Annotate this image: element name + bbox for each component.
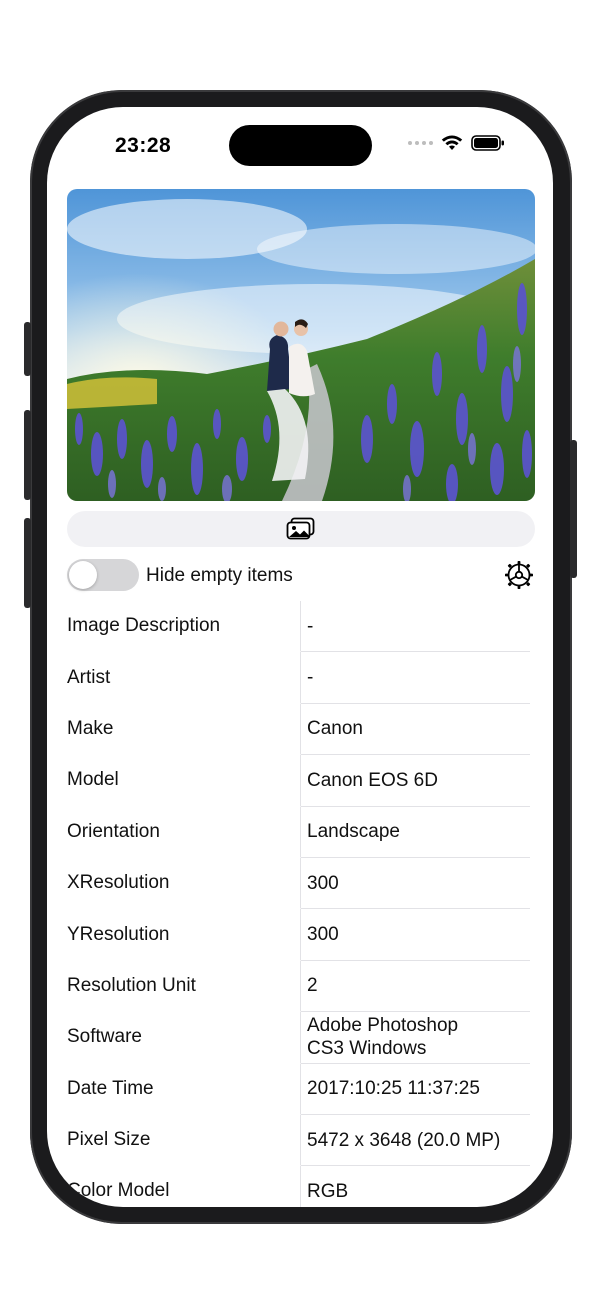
options-row: Hide empty items: [67, 558, 535, 592]
table-row: Software Adobe Photoshop CS3 Windows: [67, 1012, 530, 1064]
toggle-knob: [69, 561, 97, 589]
row-value: Landscape: [307, 821, 400, 843]
status-time: 23:28: [115, 134, 172, 157]
screen: 23:28 Hide empty items Image Description…: [47, 107, 553, 1207]
power-button: [570, 440, 577, 578]
table-row: Color Model RGB: [67, 1166, 530, 1207]
signal-dots-icon: [408, 141, 433, 145]
table-row: XResolution 300: [67, 857, 530, 910]
row-value: Canon: [307, 718, 363, 740]
hide-empty-toggle[interactable]: [67, 559, 139, 591]
table-row: Resolution Unit 2: [67, 960, 530, 1013]
photo-image: [67, 189, 535, 501]
hide-empty-label: Hide empty items: [146, 565, 293, 586]
status-icons: [408, 135, 505, 151]
exif-table: Image Description - Artist - Make Canon …: [67, 601, 530, 1207]
row-value: Adobe Photoshop CS3 Windows: [307, 1015, 459, 1060]
row-key: XResolution: [67, 857, 301, 910]
volume-down-button: [24, 518, 31, 608]
row-value: -: [307, 667, 314, 689]
volume-up-button: [24, 410, 31, 500]
row-key: Color Model: [67, 1166, 301, 1207]
row-value: 300: [307, 872, 339, 894]
gear-icon[interactable]: [503, 559, 535, 591]
row-key: Image Description: [67, 601, 301, 653]
photos-icon: [286, 517, 315, 540]
row-key: Resolution Unit: [67, 960, 301, 1013]
table-row: Orientation Landscape: [67, 806, 530, 858]
choose-photo-button[interactable]: [67, 511, 535, 547]
action-button: [24, 322, 31, 376]
row-value: 5472 x 3648 (20.0 MP): [307, 1129, 501, 1151]
row-key: YResolution: [67, 909, 301, 961]
table-row: Artist -: [67, 652, 530, 704]
row-value: 300: [307, 924, 339, 946]
table-row: Image Description -: [67, 601, 530, 653]
row-key: Pixel Size: [67, 1114, 301, 1167]
row-key: Make: [67, 703, 301, 756]
table-row: Pixel Size 5472 x 3648 (20.0 MP): [67, 1114, 530, 1167]
dynamic-island: [229, 125, 372, 166]
row-key: Artist: [67, 652, 301, 704]
table-row: YResolution 300: [67, 909, 530, 961]
row-value: 2017:10:25 11:37:25: [307, 1078, 480, 1100]
row-key: Model: [67, 755, 301, 807]
wifi-icon: [441, 135, 463, 150]
table-row: Date Time 2017:10:25 11:37:25: [67, 1063, 530, 1115]
row-value: RGB: [307, 1180, 349, 1202]
table-row: Model Canon EOS 6D: [67, 755, 530, 807]
battery-icon: [471, 135, 504, 151]
selected-photo[interactable]: [67, 189, 535, 501]
row-key: Orientation: [67, 806, 301, 858]
row-value: 2: [307, 975, 318, 997]
row-key: Software: [67, 1012, 301, 1064]
table-row: Make Canon: [67, 703, 530, 756]
row-value: -: [307, 615, 314, 637]
row-key: Date Time: [67, 1063, 301, 1115]
row-value: Canon EOS 6D: [307, 769, 438, 791]
